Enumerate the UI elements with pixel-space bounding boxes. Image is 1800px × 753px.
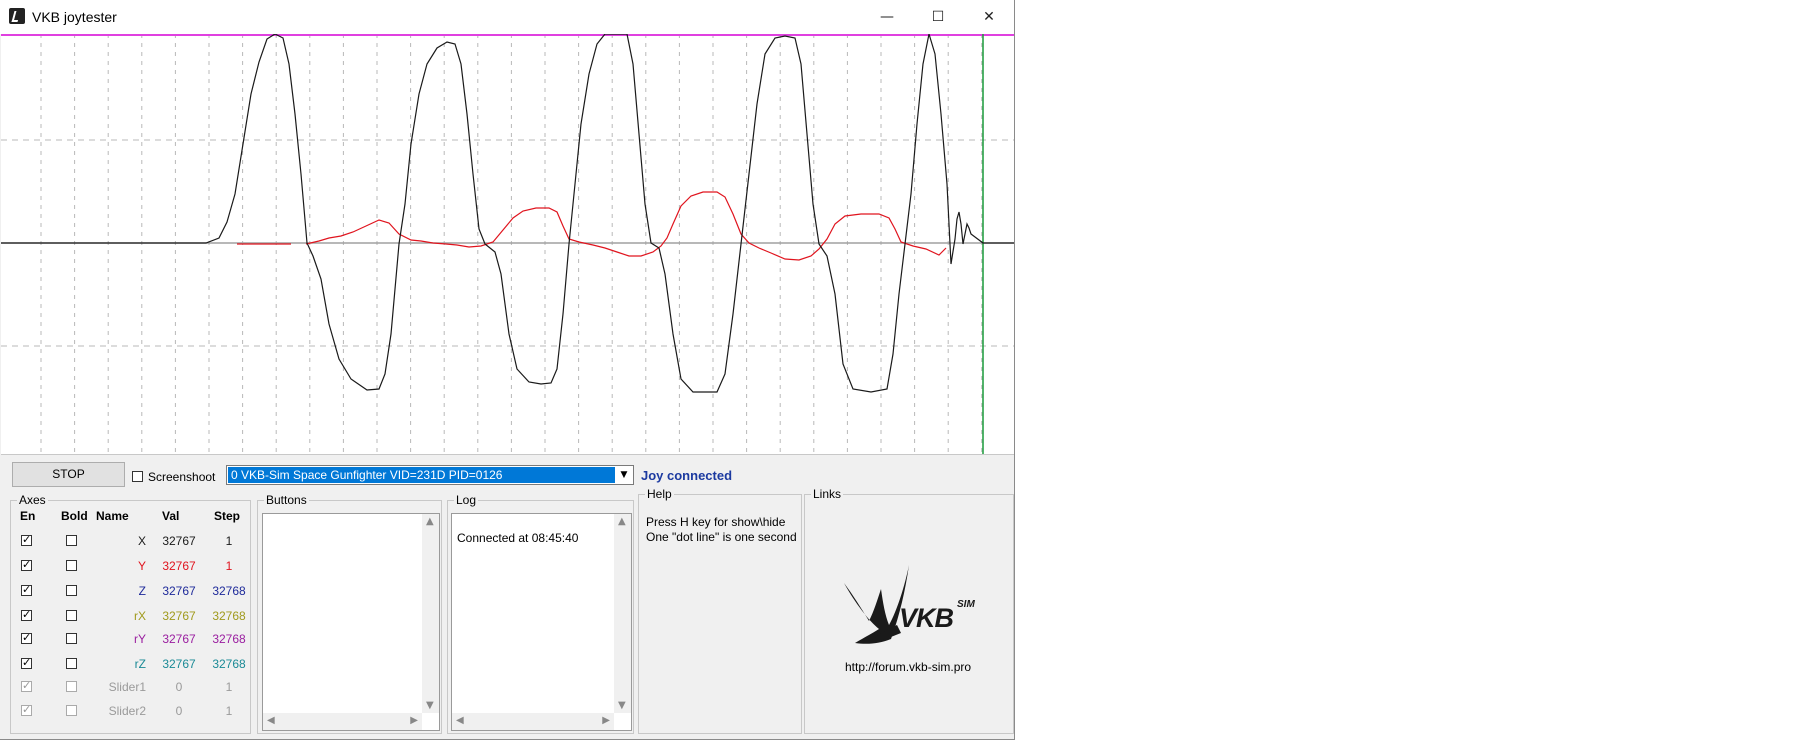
buttons-group: Buttons ▲ ▼ ◀ ▶ [257,493,442,734]
axis-bold-checkbox[interactable] [66,535,77,546]
axis-step: 32768 [212,632,246,646]
axis-bold-checkbox[interactable] [66,610,77,621]
axis-value: 0 [175,680,183,694]
axes-group: Axes En Bold Name Val Step X 32767 1 Y 32767… [10,493,251,734]
axis-bold-checkbox[interactable] [66,633,77,644]
axis-step: 1 [225,680,233,694]
axis-bold-checkbox[interactable] [66,681,77,692]
log-hscrollbar[interactable]: ◀ ▶ [452,713,614,730]
forum-link[interactable]: http://forum.vkb-sim.pro [845,660,971,674]
help-line-2: One "dot line" is one second [646,530,797,544]
axis-step: 32768 [212,609,246,623]
stop-button[interactable]: STOP [12,462,125,487]
axis-enable-checkbox[interactable] [21,608,32,621]
device-selected-value: 0 VKB-Sim Space Gunfighter VID=231D PID=… [228,467,615,483]
log-vscrollbar[interactable]: ▲ ▼ [614,514,631,713]
close-icon[interactable]: ✕ [966,0,1012,34]
axis-enable-checkbox[interactable] [21,656,32,669]
axis-enable-checkbox[interactable] [21,631,32,644]
window-title: VKB joytester [32,9,117,25]
axis-enable-checkbox[interactable] [21,533,32,546]
axis-value: 32767 [162,584,196,598]
axis-enable-checkbox[interactable] [21,703,32,716]
axis-name: Y [137,559,146,573]
col-bold-header: Bold [61,509,88,523]
col-en-header: En [20,509,36,523]
axis-step: 1 [225,559,233,573]
logo-text: VKB [899,603,954,633]
buttons-hscrollbar[interactable]: ◀ ▶ [263,713,422,730]
axis-value: 32767 [162,632,196,646]
minimize-icon[interactable]: — [864,0,910,34]
maximize-icon[interactable]: ☐ [915,0,961,34]
grid-vertical-lines [40,34,983,454]
buttons-vscrollbar[interactable]: ▲ ▼ [422,514,439,713]
axis-enable-checkbox[interactable] [21,558,32,571]
axis-name: X [137,534,146,548]
axis-plot [1,34,1014,455]
axis-value: 32767 [162,559,196,573]
log-group-title: Log [454,493,479,507]
axis-value: 32767 [162,657,196,671]
log-group: Log Connected at 08:45:40 ▲ ▼ ◀ ▶ [447,493,634,734]
scroll-up-icon[interactable]: ▲ [426,516,434,527]
screenshot-checkbox[interactable] [132,471,143,482]
axis-step: 32768 [212,584,246,598]
plot-canvas [1,34,1014,454]
axis-value: 32767 [162,534,196,548]
axis-bold-checkbox[interactable] [66,585,77,596]
axis-name: rX [134,609,146,623]
scroll-down-icon[interactable]: ▼ [426,700,434,711]
axis-step: 1 [225,534,233,548]
axis-value: 0 [175,704,183,718]
axis-name: rZ [134,657,146,671]
links-group: Links VKB SIM http://forum.vkb-sim.pro [804,487,1014,734]
vkb-sim-logo: VKB SIM [839,563,979,653]
vkb-app-icon [9,8,25,24]
scroll-up-icon[interactable]: ▲ [618,516,626,527]
buttons-list[interactable]: ▲ ▼ ◀ ▶ [262,513,440,731]
col-step-header: Step [214,509,241,523]
axis-name: Z [138,584,146,598]
axis-value: 32767 [162,609,196,623]
x-axis-trace [1,34,1014,393]
scroll-left-icon[interactable]: ◀ [456,715,464,726]
scroll-right-icon[interactable]: ▶ [410,715,418,726]
links-group-title: Links [811,487,844,501]
log-list[interactable]: Connected at 08:45:40 ▲ ▼ ◀ ▶ [451,513,632,731]
logo-sup-text: SIM [957,599,975,610]
device-select[interactable]: 0 VKB-Sim Space Gunfighter VID=231D PID=… [226,465,634,485]
help-group-title: Help [645,487,674,501]
axes-group-title: Axes [17,493,48,507]
scroll-down-icon[interactable]: ▼ [618,700,626,711]
axis-step: 1 [225,704,233,718]
axis-enable-checkbox[interactable] [21,679,32,692]
col-name-header: Name [96,509,129,523]
title-bar[interactable]: VKB joytester — ☐ ✕ [0,0,1014,34]
axis-name: Slider1 [108,680,146,694]
log-line: Connected at 08:45:40 [457,531,579,545]
axis-enable-checkbox[interactable] [21,583,32,596]
help-line-1: Press H key for show\hide [646,515,786,529]
chevron-down-icon[interactable]: ▼ [616,467,632,483]
scroll-right-icon[interactable]: ▶ [602,715,610,726]
app-window: VKB joytester — ☐ ✕ STOP Screenshoot 0 V… [0,0,1015,740]
axis-bold-checkbox[interactable] [66,560,77,571]
buttons-group-title: Buttons [264,493,309,507]
axis-bold-checkbox[interactable] [66,705,77,716]
axis-name: rY [134,632,146,646]
scroll-left-icon[interactable]: ◀ [267,715,275,726]
connection-status: Joy connected [641,468,733,483]
help-group: Help Press H key for show\hide One "dot … [638,487,802,734]
screenshot-label: Screenshoot [148,470,216,484]
axis-bold-checkbox[interactable] [66,658,77,669]
col-val-header: Val [162,509,180,523]
axis-name: Slider2 [108,704,146,718]
axis-step: 32768 [212,657,246,671]
